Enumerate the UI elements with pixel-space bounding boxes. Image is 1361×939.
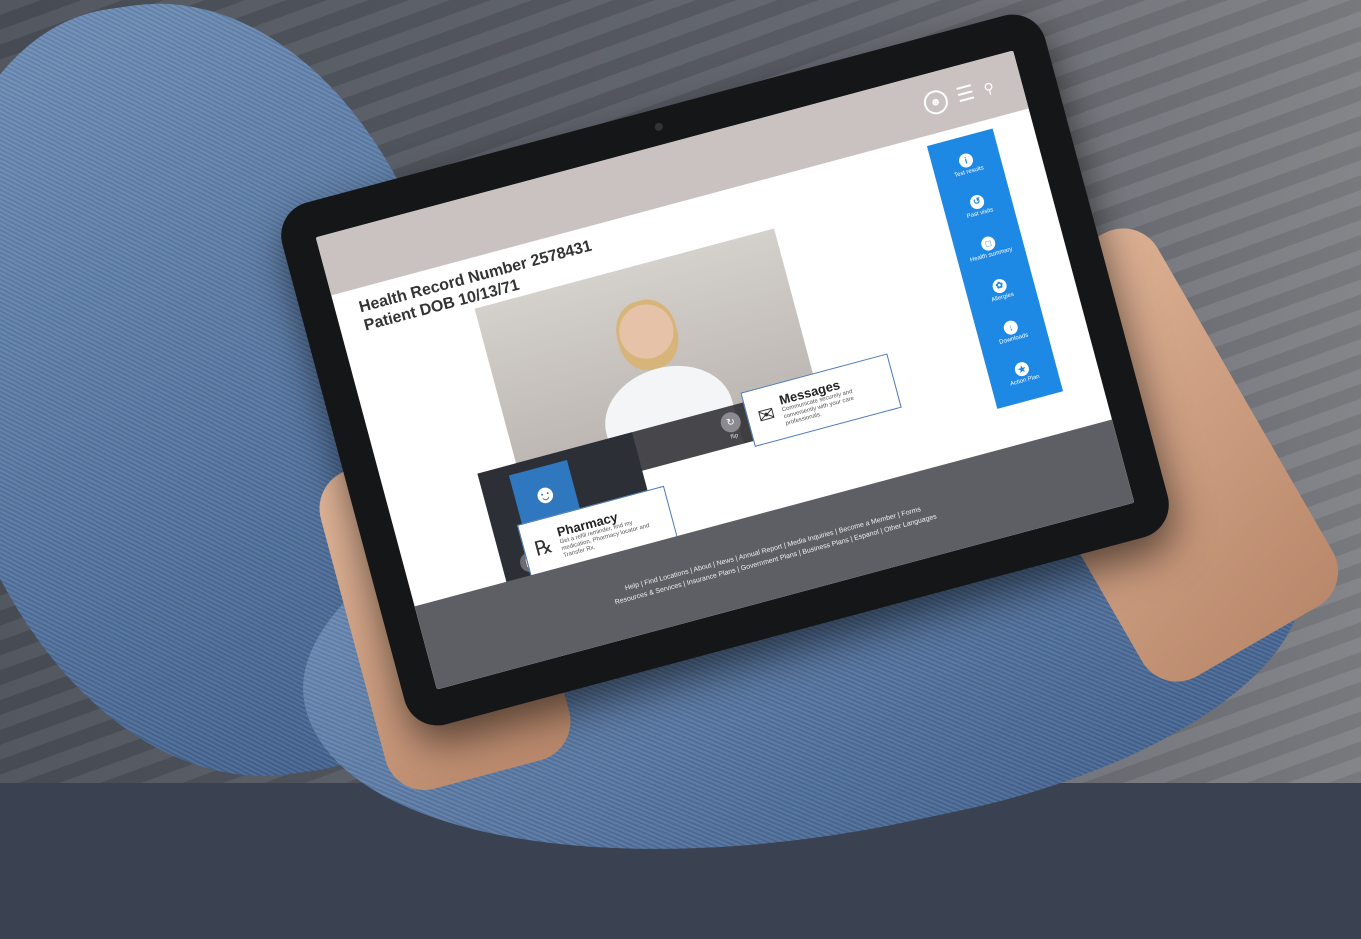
nav-item-action-plan[interactable]: ★ Action Plan	[1005, 359, 1041, 388]
side-nav: i Test results ↺ Past visits □ Health su…	[926, 128, 1064, 409]
flip-label: flip	[730, 432, 740, 441]
history-icon: ↺	[968, 193, 986, 211]
nav-label: Test results	[953, 164, 985, 179]
camera-flip-icon: ↻	[718, 410, 743, 435]
action-plan-icon: ★	[1013, 360, 1031, 378]
nav-label: Action Plan	[1009, 374, 1041, 388]
monitor-icon: □	[979, 235, 997, 253]
menu-icon[interactable]: ☰	[954, 81, 977, 107]
nav-label: Downloads	[998, 332, 1029, 346]
envelope-icon: ✉	[755, 402, 778, 429]
nav-item-downloads[interactable]: ↓ Downloads	[995, 317, 1029, 346]
nav-label: Allergies	[990, 291, 1015, 304]
top-icons: ☻ ☰ ⚲	[921, 75, 997, 118]
rx-icon: ℞	[532, 534, 556, 561]
download-icon: ↓	[1002, 318, 1020, 337]
nav-item-allergies[interactable]: ✿ Allergies	[987, 276, 1015, 303]
nav-item-past-visits[interactable]: ↺ Past visits	[962, 192, 994, 220]
nav-item-health-summary[interactable]: □ Health summary	[965, 231, 1013, 264]
info-icon: i	[957, 151, 975, 169]
flip-button[interactable]: ↻ flip	[718, 410, 745, 442]
allergy-icon: ✿	[990, 277, 1009, 295]
tablet-camera	[653, 121, 664, 132]
nav-label: Past visits	[966, 207, 995, 220]
nav-item-test-results[interactable]: i Test results	[949, 149, 985, 179]
search-icon[interactable]: ⚲	[982, 79, 996, 98]
account-icon[interactable]: ☻	[921, 87, 951, 118]
doctor-head	[609, 293, 686, 377]
